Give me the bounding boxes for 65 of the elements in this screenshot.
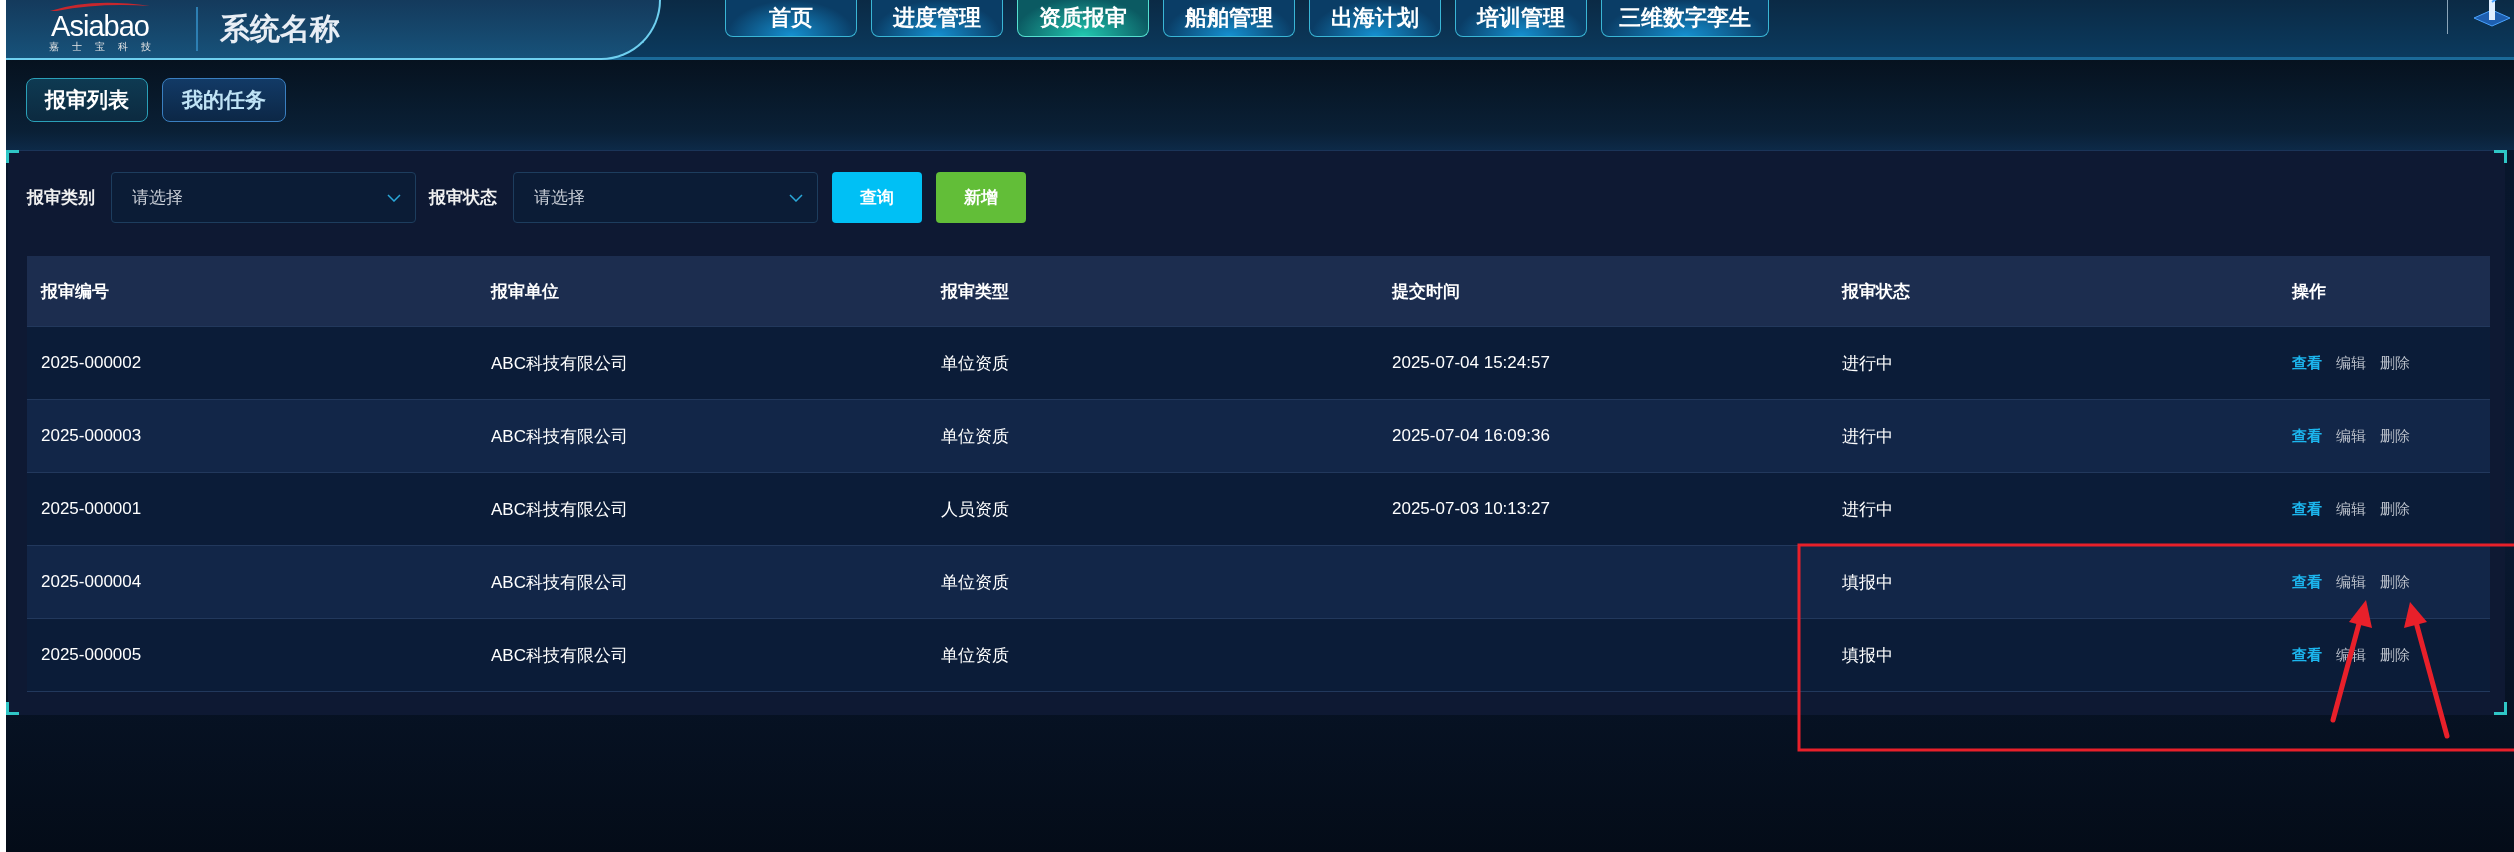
table-cell: 2025-07-03 10:13:27 xyxy=(1392,499,1550,518)
corner-mark xyxy=(2494,150,2507,163)
delete-link[interactable]: 删除 xyxy=(2380,499,2410,519)
filter-label: 报审状态 xyxy=(429,187,497,209)
table-cell: ABC科技有限公司 xyxy=(491,572,628,592)
table-cell: 2025-000003 xyxy=(41,426,142,445)
column-header: 报审编号 xyxy=(39,280,110,303)
edit-link[interactable]: 编辑 xyxy=(2336,353,2366,373)
view-link[interactable]: 查看 xyxy=(2292,353,2322,373)
chevron-down-icon xyxy=(387,193,401,202)
table-cell: 单位资质 xyxy=(941,353,1009,373)
table-cell: 2025-000001 xyxy=(41,499,142,518)
corner-mark xyxy=(2494,702,2507,715)
table-cell: ABC科技有限公司 xyxy=(491,353,628,373)
corner-mark xyxy=(6,702,19,715)
filter-label: 报审类别 xyxy=(27,187,95,209)
column-header: 提交时间 xyxy=(1390,280,1461,303)
table-cell: ABC科技有限公司 xyxy=(491,499,628,519)
nav-tab[interactable]: 首页 xyxy=(725,0,857,37)
view-link[interactable]: 查看 xyxy=(2292,572,2322,592)
table-cell: 填报中 xyxy=(1842,645,1893,665)
edit-link[interactable]: 编辑 xyxy=(2336,499,2366,519)
chevron-down-icon xyxy=(789,193,803,202)
nav-tab[interactable]: 三维数字孪生 xyxy=(1601,0,1769,37)
corner-mark xyxy=(6,150,19,163)
edit-link[interactable]: 编辑 xyxy=(2336,572,2366,592)
delete-link[interactable]: 删除 xyxy=(2380,353,2410,373)
nav-tab[interactable]: 进度管理 xyxy=(871,0,1003,37)
column-header: 报审单位 xyxy=(489,280,560,303)
table-cell: 2025-000002 xyxy=(41,353,142,372)
nav-tab[interactable]: 船舶管理 xyxy=(1163,0,1295,37)
delete-link[interactable]: 删除 xyxy=(2380,426,2410,446)
nav-tab[interactable]: 资质报审 xyxy=(1017,0,1149,37)
system-title: 系统名称 xyxy=(220,10,340,47)
table-cell: 2025-000005 xyxy=(41,645,142,664)
table-cell: 进行中 xyxy=(1842,353,1893,373)
table-cell: ABC科技有限公司 xyxy=(491,645,628,665)
table-cell: 人员资质 xyxy=(941,499,1009,519)
column-header: 报审类型 xyxy=(939,280,1010,303)
table-cell: 填报中 xyxy=(1842,572,1893,592)
view-link[interactable]: 查看 xyxy=(2292,499,2322,519)
select-field[interactable]: 请选择 xyxy=(513,172,818,223)
select-field[interactable]: 请选择 xyxy=(111,172,416,223)
edit-link[interactable]: 编辑 xyxy=(2336,426,2366,446)
logo-text: Asiabao xyxy=(51,11,149,41)
column-header: 操作 xyxy=(2290,280,2327,303)
sub-tab[interactable]: 报审列表 xyxy=(26,78,148,122)
nav-tab[interactable]: 出海计划 xyxy=(1309,0,1441,37)
nav-tab[interactable]: 培训管理 xyxy=(1455,0,1587,37)
table-cell: 单位资质 xyxy=(941,426,1009,446)
table-cell: 单位资质 xyxy=(941,572,1009,592)
delete-link[interactable]: 删除 xyxy=(2380,572,2410,592)
logo-subtitle: 嘉士宝科技 xyxy=(49,41,164,53)
table-cell: 进行中 xyxy=(1842,499,1893,519)
view-link[interactable]: 查看 xyxy=(2292,645,2322,665)
delete-link[interactable]: 删除 xyxy=(2380,645,2410,665)
table-cell: 进行中 xyxy=(1842,426,1893,446)
table-cell: 2025-000004 xyxy=(41,572,142,591)
sub-tab[interactable]: 我的任务 xyxy=(162,78,286,122)
table-cell: 2025-07-04 16:09:36 xyxy=(1392,426,1550,445)
view-link[interactable]: 查看 xyxy=(2292,426,2322,446)
table-cell: 单位资质 xyxy=(941,645,1009,665)
table-cell: ABC科技有限公司 xyxy=(491,426,628,446)
column-header: 报审状态 xyxy=(1840,280,1911,303)
table-cell: 2025-07-04 15:24:57 xyxy=(1392,353,1550,372)
